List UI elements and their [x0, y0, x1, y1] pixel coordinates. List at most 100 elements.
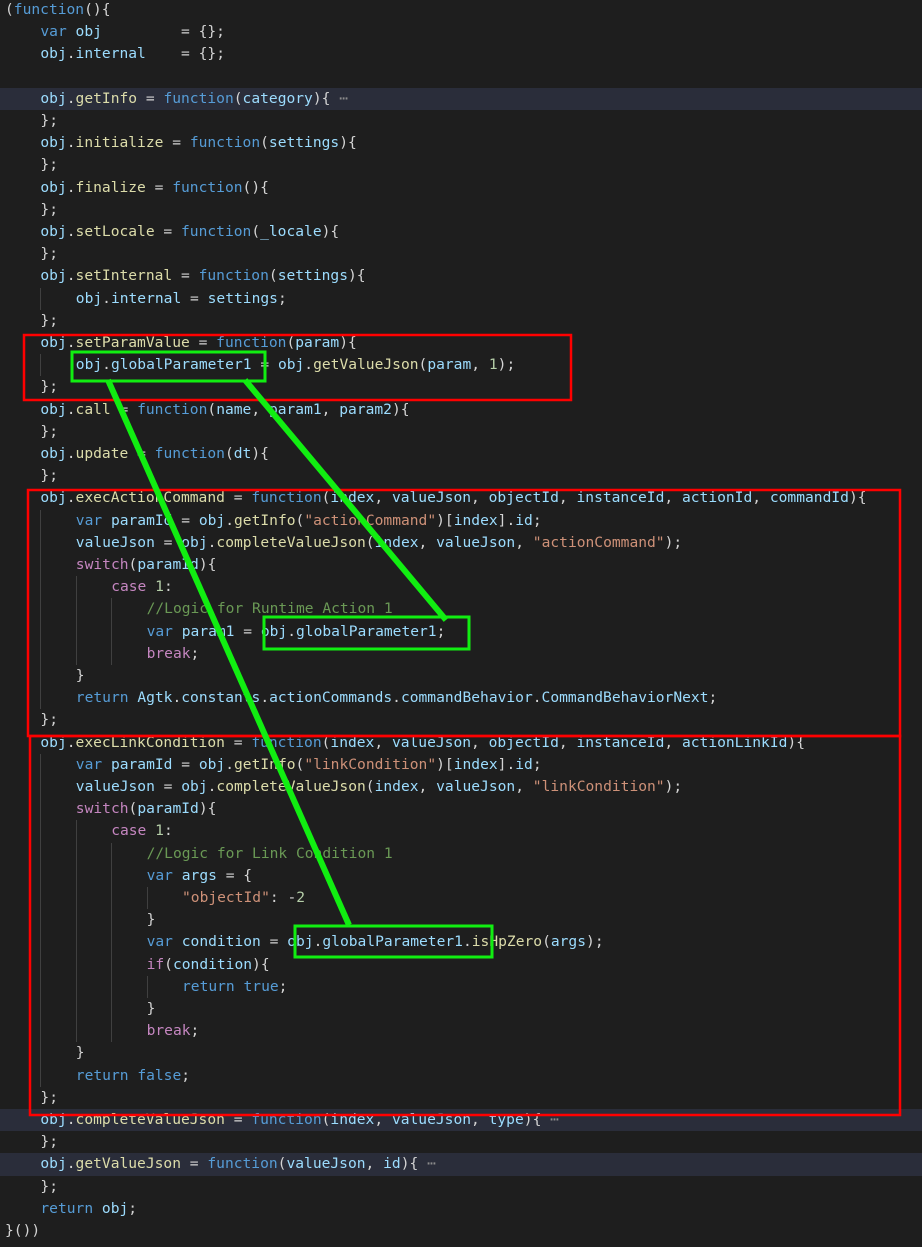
indent-guide — [111, 864, 113, 887]
code-token: valueJson — [286, 1155, 366, 1173]
code-token: actionId — [681, 489, 753, 507]
code-token: obj — [75, 23, 102, 41]
code-token: ) — [339, 134, 348, 152]
code-line: var paramId = obj.getInfo("linkCondition… — [0, 753, 922, 776]
code-token: CommandBehaviorNext — [541, 689, 709, 707]
indent-guide — [111, 620, 113, 643]
code-text: obj.call = function(name, param1, param2… — [40, 399, 409, 421]
code-editor[interactable]: (function(){var obj = {}; obj.internal = … — [0, 0, 922, 1247]
code-token: . — [66, 1155, 76, 1173]
code-token: { — [260, 178, 269, 196]
code-token: ; — [49, 311, 58, 329]
code-text: return true; — [182, 976, 287, 998]
code-token: } — [40, 467, 50, 485]
code-text: }; — [40, 376, 58, 398]
code-token: = — [181, 45, 190, 63]
indent-guide — [40, 554, 42, 577]
code-text: var obj = {}; — [40, 21, 225, 43]
code-token: valueJson — [436, 778, 516, 795]
code-line: }; — [0, 376, 922, 398]
code-token: //Logic for Link Condition 1 — [146, 844, 393, 862]
code-line: var condition = obj.globalParameter1.isH… — [0, 931, 922, 954]
code-token: obj — [40, 400, 67, 418]
code-token: break — [146, 644, 191, 662]
code-token: param — [427, 356, 472, 374]
code-token: id — [515, 511, 533, 529]
code-token: args — [550, 933, 587, 951]
code-line: }; — [0, 110, 922, 132]
code-token: obj — [260, 622, 288, 640]
code-token: settings — [277, 267, 348, 285]
code-text: } — [76, 665, 85, 687]
code-line: obj.completeValueJson = function(index, … — [0, 1109, 922, 1132]
code-line: }; — [0, 154, 922, 176]
indent-guide — [40, 776, 42, 799]
code-text: obj.completeValueJson = function(index, … — [40, 1109, 559, 1131]
code-token: ; — [49, 200, 58, 218]
code-token: param2 — [339, 400, 392, 418]
code-token: instanceId — [576, 733, 665, 751]
indent-guide — [111, 842, 113, 865]
indent-guide — [75, 820, 77, 843]
code-token: ; — [181, 1066, 191, 1084]
indent-guide — [75, 642, 77, 665]
code-token: id — [515, 755, 533, 773]
code-token: = — [181, 511, 191, 529]
code-line: //Logic for Runtime Action 1 — [0, 598, 922, 621]
code-token: . — [172, 689, 182, 707]
code-token: , — [471, 489, 480, 507]
code-token: . — [506, 755, 516, 773]
code-token: ( — [365, 778, 375, 795]
code-line: //Logic for Link Condition 1 — [0, 842, 922, 865]
code-line: var obj = {}; — [0, 21, 922, 43]
indent-guide — [111, 998, 113, 1021]
code-token: , — [558, 733, 568, 751]
code-token: { — [207, 800, 217, 818]
code-token: . — [66, 1111, 76, 1128]
code-token: , — [471, 356, 481, 374]
code-text: switch(paramId){ — [76, 554, 217, 576]
code-token: . — [225, 511, 235, 529]
code-text: obj.finalize = function(){ — [40, 177, 269, 199]
code-token: function — [251, 733, 322, 751]
indent-guide — [75, 1020, 77, 1043]
code-token: ) — [251, 178, 261, 196]
code-token: ( — [286, 334, 296, 351]
code-text: //Logic for Runtime Action 1 — [147, 598, 393, 620]
code-token: , — [418, 533, 428, 551]
code-token: ; — [190, 1022, 200, 1040]
code-token: obj — [40, 89, 67, 107]
code-token: execLinkCondition — [75, 733, 225, 751]
code-token: , — [664, 489, 674, 507]
code-token: 1 — [488, 356, 498, 374]
code-text: obj.initialize = function(settings){ — [40, 132, 356, 154]
code-token: globalParameter1 — [110, 356, 252, 374]
code-text: case 1: — [111, 576, 173, 598]
code-token: ; — [49, 467, 58, 485]
indent-guide — [111, 975, 113, 998]
code-token: ( — [207, 400, 217, 418]
code-token: function — [251, 1111, 322, 1128]
code-text: }; — [40, 1176, 58, 1198]
code-line: obj.setLocale = function(_locale){ — [0, 221, 922, 243]
code-text: obj.execActionCommand = function(index, … — [40, 487, 866, 509]
code-token: constants — [181, 689, 261, 707]
code-token: getValueJson — [75, 1155, 181, 1173]
indent-guide — [111, 931, 113, 954]
indent-guide — [111, 598, 113, 621]
code-token: . — [66, 45, 76, 63]
indent-guide — [75, 887, 77, 910]
code-token: update — [75, 445, 129, 462]
code-line: } — [0, 1042, 922, 1065]
code-token: var — [40, 23, 67, 41]
